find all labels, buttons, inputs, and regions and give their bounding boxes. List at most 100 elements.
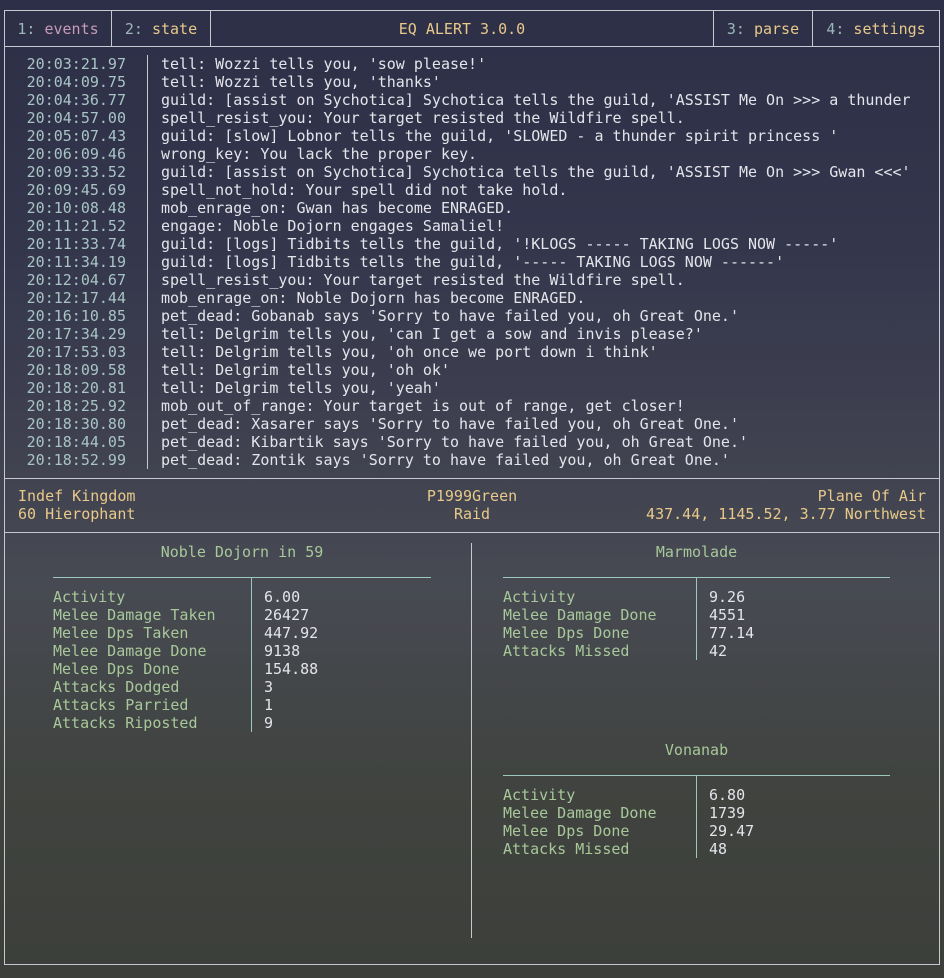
event-row: 20:18:52.99 pet_dead: Zontik says 'Sorry …	[5, 451, 939, 469]
event-timestamp: 20:09:33.52	[26, 163, 126, 181]
panel-title: Noble Dojorn in 59	[160, 543, 324, 561]
tab-state[interactable]: 2: state	[112, 11, 211, 46]
event-message: guild: [logs] Tidbits tells the guild, '…	[161, 253, 785, 271]
event-message: pet_dead: Zontik says 'Sorry to have fai…	[161, 451, 730, 469]
event-row: 20:04:36.77 guild: [assist on Sychotica] …	[5, 91, 939, 109]
event-timestamp: 20:12:04.67	[26, 271, 126, 289]
separator	[147, 361, 148, 379]
event-timestamp: 20:18:44.05	[26, 433, 126, 451]
tab-num: 2:	[124, 19, 143, 38]
character-info: Indef Kingdom P1999Green Plane Of Air 60 H…	[5, 479, 939, 533]
event-message: tell: Delgrim tells you, 'oh ok'	[161, 361, 450, 379]
target-stats-panel: Noble Dojorn in 59 Activity 6.00 Melee Dama…	[53, 543, 431, 732]
tab-label: state	[151, 19, 198, 38]
event-row: 20:17:34.29 tell: Delgrim tells you, 'can…	[5, 325, 939, 343]
player-stats-panel: Vonanab Activity 6.80 Melee Damage Done 1739…	[503, 741, 890, 858]
event-timestamp: 20:11:33.74	[26, 235, 126, 253]
event-row: 20:11:21.52 engage: Noble Dojorn engages …	[5, 217, 939, 235]
tab-label: settings	[853, 19, 926, 38]
separator	[147, 379, 148, 397]
stat-row: Melee Damage Done 9138	[53, 642, 431, 660]
tab-label: events	[44, 19, 99, 38]
event-timestamp: 20:06:09.46	[26, 145, 126, 163]
group-type: Raid	[453, 505, 491, 523]
stat-label: Melee Damage Done	[53, 642, 207, 660]
separator	[147, 217, 148, 235]
separator	[147, 163, 148, 181]
tab-num: 1:	[17, 19, 36, 38]
event-row: 20:18:44.05 pet_dead: Kibartik says 'Sorr…	[5, 433, 939, 451]
app-window: 1: events 2: state EQ ALERT 3.0.0 3: par…	[4, 10, 940, 965]
event-log[interactable]: 20:03:21.97 tell: Wozzi tells you, 'sow p…	[5, 47, 939, 479]
stat-value: 4551	[709, 606, 746, 624]
event-row: 20:03:21.97 tell: Wozzi tells you, 'sow p…	[5, 55, 939, 73]
separator	[147, 91, 148, 109]
stat-label: Activity	[503, 786, 576, 804]
event-message: mob_enrage_on: Noble Dojorn has become E…	[161, 289, 586, 307]
separator	[147, 343, 148, 361]
event-timestamp: 20:18:30.80	[26, 415, 126, 433]
separator	[147, 433, 148, 451]
event-message: guild: [assist on Sychotica] Sychotica t…	[161, 163, 911, 181]
event-timestamp: 20:17:53.03	[26, 343, 126, 361]
separator	[147, 109, 148, 127]
event-timestamp: 20:11:34.19	[26, 253, 126, 271]
event-message: engage: Noble Dojorn engages Samaliel!	[161, 217, 505, 235]
stat-row: Melee Dps Done 154.88	[53, 660, 431, 678]
stat-label: Attacks Missed	[503, 840, 630, 858]
event-row: 20:18:30.80 pet_dead: Xasarer says 'Sorry…	[5, 415, 939, 433]
event-row: 20:10:08.48 mob_enrage_on: Gwan has becom…	[5, 199, 939, 217]
event-timestamp: 20:09:45.69	[26, 181, 126, 199]
stat-row: Attacks Dodged 3	[53, 678, 431, 696]
event-timestamp: 20:18:25.92	[26, 397, 126, 415]
tab-label: parse	[753, 19, 800, 38]
stat-value: 9	[264, 714, 274, 732]
divider	[251, 578, 252, 732]
stat-label: Attacks Riposted	[53, 714, 198, 732]
parse-stats: Noble Dojorn in 59 Activity 6.00 Melee Dama…	[5, 533, 939, 964]
stat-value: 3	[264, 678, 274, 696]
location: 437.44, 1145.52, 3.77 Northwest	[646, 505, 927, 523]
stat-label: Melee Damage Done	[503, 606, 657, 624]
tab-num: 4:	[826, 19, 845, 38]
event-message: pet_dead: Kibartik says 'Sorry to have f…	[161, 433, 748, 451]
stat-label: Attacks Missed	[503, 642, 630, 660]
app-title: EQ ALERT 3.0.0	[211, 11, 714, 46]
event-timestamp: 20:04:09.75	[26, 73, 126, 91]
tab-num: 3:	[726, 19, 745, 38]
stat-label: Activity	[53, 588, 126, 606]
separator	[147, 415, 148, 433]
stat-value: 9.26	[709, 588, 746, 606]
stat-row: Activity 6.00	[53, 588, 431, 606]
tab-parse[interactable]: 3: parse	[714, 11, 813, 46]
separator	[147, 55, 148, 73]
event-message: tell: Delgrim tells you, 'can I get a so…	[161, 325, 703, 343]
tab-settings[interactable]: 4: settings	[813, 11, 939, 46]
separator	[147, 127, 148, 145]
event-message: guild: [slow] Lobnor tells the guild, 'S…	[161, 127, 839, 145]
event-message: mob_out_of_range: Your target is out of …	[161, 397, 685, 415]
event-row: 20:18:25.92 mob_out_of_range: Your target…	[5, 397, 939, 415]
stat-value: 1	[264, 696, 274, 714]
event-message: tell: Wozzi tells you, 'thanks'	[161, 73, 441, 91]
separator	[147, 253, 148, 271]
event-timestamp: 20:17:34.29	[26, 325, 126, 343]
event-timestamp: 20:04:36.77	[26, 91, 126, 109]
event-row: 20:18:20.81 tell: Delgrim tells you, 'yea…	[5, 379, 939, 397]
separator	[147, 199, 148, 217]
event-message: tell: Delgrim tells you, 'oh once we por…	[161, 343, 658, 361]
event-message: spell_resist_you: Your target resisted t…	[161, 271, 685, 289]
event-row: 20:18:09.58 tell: Delgrim tells you, 'oh …	[5, 361, 939, 379]
event-timestamp: 20:04:57.00	[26, 109, 126, 127]
stat-value: 26427	[264, 606, 310, 624]
character-class: 60 Hierophant	[18, 505, 136, 523]
event-message: spell_resist_you: Your target resisted t…	[161, 109, 685, 127]
event-timestamp: 20:18:52.99	[26, 451, 126, 469]
stat-value: 77.14	[709, 624, 755, 642]
separator	[147, 397, 148, 415]
separator	[147, 325, 148, 343]
event-message: tell: Wozzi tells you, 'sow please!'	[161, 55, 487, 73]
stat-label: Melee Dps Done	[503, 624, 630, 642]
event-row: 20:09:45.69 spell_not_hold: Your spell di…	[5, 181, 939, 199]
tab-events[interactable]: 1: events	[5, 11, 112, 46]
